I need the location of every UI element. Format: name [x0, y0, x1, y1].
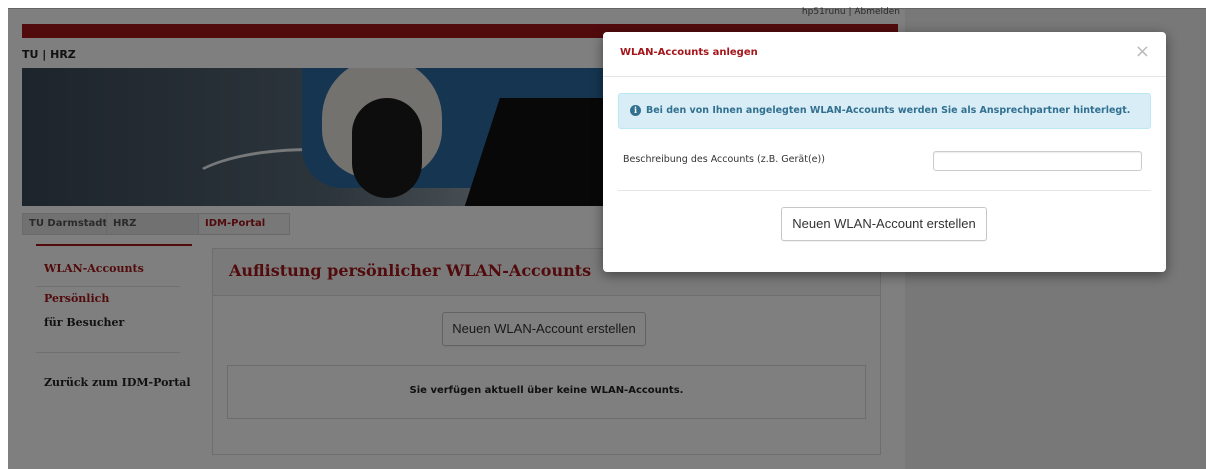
dialog-title: WLAN-Accounts anlegen [620, 47, 758, 58]
info-alert-text: Bei den von Ihnen angelegten WLAN-Accoun… [646, 105, 1131, 116]
create-account-dialog: WLAN-Accounts anlegen × i Bei den von Ih… [603, 32, 1166, 272]
close-icon[interactable]: × [1135, 42, 1150, 62]
submit-create-account-button[interactable]: Neuen WLAN-Account erstellen [781, 207, 987, 241]
description-label: Beschreibung des Accounts (z.B. Gerät(e)… [623, 154, 825, 165]
dialog-header: WLAN-Accounts anlegen × [603, 32, 1166, 77]
dialog-divider [618, 190, 1151, 191]
info-icon: i [630, 105, 641, 116]
info-alert: i Bei den von Ihnen angelegten WLAN-Acco… [618, 93, 1151, 129]
description-input[interactable] [933, 151, 1142, 171]
